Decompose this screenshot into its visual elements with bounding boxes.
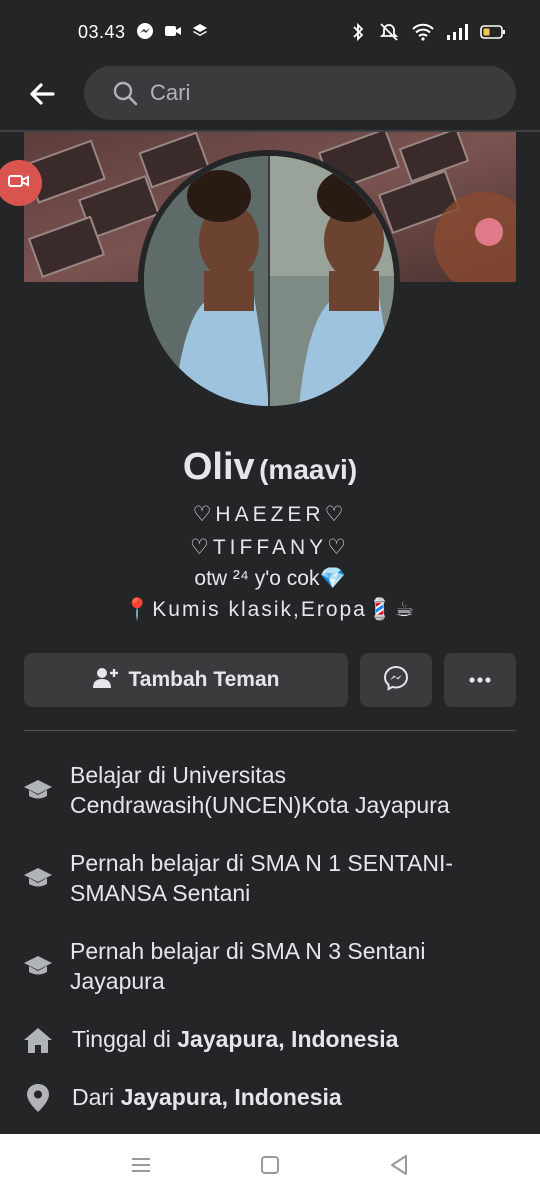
- layers-icon: [192, 23, 208, 44]
- profile-picture[interactable]: [138, 150, 400, 412]
- arrow-left-icon: [28, 82, 56, 111]
- intro-item-prefix: Tinggal di: [72, 1026, 178, 1052]
- video-camera-icon: [7, 172, 31, 195]
- intro-item-text: Dari Jayapura, Indonesia: [72, 1082, 522, 1112]
- intro-item-text: Pernah belajar di SMA N 3 Sentani Jayapu…: [70, 938, 426, 994]
- video-icon: [164, 23, 182, 44]
- intro-item-value: Jayapura, Indonesia: [177, 1026, 399, 1052]
- battery-icon: [480, 24, 506, 45]
- wifi-icon: [412, 23, 434, 46]
- avatar: [144, 156, 394, 406]
- signal-icon: [446, 23, 468, 46]
- home-icon: [22, 1024, 54, 1056]
- messenger-icon: [136, 22, 154, 45]
- more-options-button[interactable]: [444, 653, 516, 707]
- messenger-icon: [383, 665, 409, 696]
- search-header: Cari: [0, 66, 540, 130]
- status-right-icons: [350, 22, 506, 47]
- bio-line: otw ²⁴ y'o cok💎: [194, 567, 346, 590]
- status-left-icons: [136, 22, 208, 45]
- profile-name-main: Oliv: [182, 446, 255, 488]
- home-square-icon: [260, 1155, 280, 1180]
- message-button[interactable]: [360, 653, 432, 707]
- status-time: 03.43: [78, 22, 126, 42]
- intro-item-value: Jayapura, Indonesia: [120, 1084, 342, 1110]
- more-icon: [468, 671, 492, 689]
- education-icon: [22, 774, 54, 806]
- location-pin-icon: [22, 1082, 54, 1114]
- intro-item-text: Pernah belajar di SMA N 1 SENTANI-SMANSA…: [70, 850, 454, 906]
- system-navigation-bar: [0, 1134, 540, 1200]
- search-placeholder: Cari: [150, 80, 191, 105]
- add-friend-label: Tambah Teman: [128, 668, 280, 691]
- bluetooth-icon: [350, 22, 366, 47]
- add-friend-button[interactable]: Tambah Teman: [24, 653, 348, 707]
- menu-icon: [130, 1156, 152, 1179]
- education-icon: [22, 950, 54, 982]
- profile-name: Oliv (maavi): [0, 446, 540, 489]
- status-bar: 03.43: [0, 0, 540, 66]
- mute-icon: [378, 22, 400, 47]
- education-icon: [22, 862, 54, 894]
- back-nav-button[interactable]: [384, 1154, 414, 1180]
- bio-line: ♡TIFFANY♡: [190, 536, 350, 559]
- bio-line: ♡HAEZER♡: [192, 503, 348, 526]
- add-friend-icon: [92, 666, 119, 695]
- intro-item-text: Belajar di Universitas Cendrawasih(UNCEN…: [70, 762, 450, 818]
- home-button[interactable]: [255, 1154, 285, 1180]
- bio-line: 📍Kumis klasik,Eropa💈☕: [124, 598, 416, 621]
- section-divider: [24, 730, 516, 731]
- intro-item-prefix: Dari: [72, 1084, 121, 1110]
- back-button[interactable]: [22, 76, 62, 116]
- recent-apps-button[interactable]: [126, 1154, 156, 1180]
- back-triangle-icon: [389, 1154, 409, 1181]
- intro-item-text: Tinggal di Jayapura, Indonesia: [72, 1024, 522, 1054]
- search-input[interactable]: Cari: [84, 66, 516, 120]
- search-icon: [112, 80, 138, 111]
- profile-alternate-name: (maavi): [259, 454, 358, 485]
